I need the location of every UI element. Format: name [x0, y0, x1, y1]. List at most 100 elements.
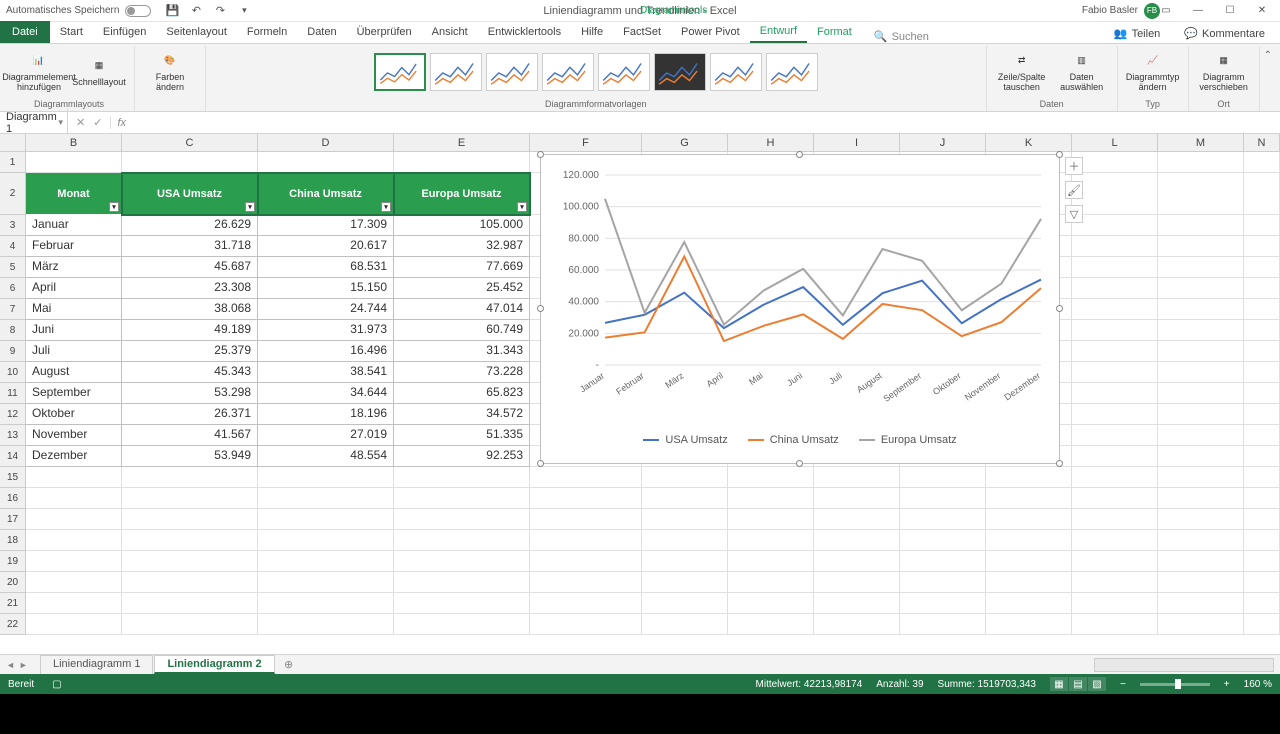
cell-B17[interactable] — [26, 509, 122, 530]
cell-L20[interactable] — [1072, 572, 1158, 593]
cell-H21[interactable] — [728, 593, 814, 614]
cell-G17[interactable] — [642, 509, 728, 530]
cancel-formula-icon[interactable]: ✕ — [76, 116, 85, 129]
cell-C16[interactable] — [122, 488, 258, 509]
cell-N13[interactable] — [1244, 425, 1280, 446]
cell-G16[interactable] — [642, 488, 728, 509]
sheet-nav-next-icon[interactable]: ► — [19, 660, 28, 670]
cell-E1[interactable] — [394, 152, 530, 173]
cell-B16[interactable] — [26, 488, 122, 509]
cell-E8[interactable]: 60.749 — [394, 320, 530, 341]
cell-F16[interactable] — [530, 488, 642, 509]
zoom-in-icon[interactable]: + — [1224, 679, 1230, 690]
cell-N4[interactable] — [1244, 236, 1280, 257]
cell-C3[interactable]: 26.629 — [122, 215, 258, 236]
col-header-L[interactable]: L — [1072, 134, 1158, 151]
cell-E19[interactable] — [394, 551, 530, 572]
tab-überprüfen[interactable]: Überprüfen — [347, 21, 422, 43]
cell-M13[interactable] — [1158, 425, 1244, 446]
cell-L18[interactable] — [1072, 530, 1158, 551]
resize-handle[interactable] — [1056, 460, 1063, 467]
cell-D9[interactable]: 16.496 — [258, 341, 394, 362]
cell-D20[interactable] — [258, 572, 394, 593]
cell-G20[interactable] — [642, 572, 728, 593]
cell-C13[interactable]: 41.567 — [122, 425, 258, 446]
cell-B1[interactable] — [26, 152, 122, 173]
tab-entwurf[interactable]: Entwurf — [750, 21, 807, 43]
col-header-B[interactable]: B — [26, 134, 122, 151]
page-layout-view-icon[interactable]: ▤ — [1069, 677, 1087, 691]
embedded-chart[interactable]: ＋ 🖌 ▽ -20.00040.00060.00080.000100.00012… — [540, 154, 1060, 464]
row-header-9[interactable]: 9 — [0, 341, 26, 362]
resize-handle[interactable] — [537, 151, 544, 158]
cell-L17[interactable] — [1072, 509, 1158, 530]
cell-E20[interactable] — [394, 572, 530, 593]
cell-C11[interactable]: 53.298 — [122, 383, 258, 404]
cell-D8[interactable]: 31.973 — [258, 320, 394, 341]
tab-ansicht[interactable]: Ansicht — [422, 21, 478, 43]
toggle-switch-icon[interactable] — [125, 5, 151, 17]
tab-seitenlayout[interactable]: Seitenlayout — [156, 21, 237, 43]
row-header-21[interactable]: 21 — [0, 593, 26, 614]
save-icon[interactable]: 💾 — [165, 4, 179, 18]
cell-D4[interactable]: 20.617 — [258, 236, 394, 257]
cell-D5[interactable]: 68.531 — [258, 257, 394, 278]
cell-N21[interactable] — [1244, 593, 1280, 614]
zoom-level[interactable]: 160 % — [1244, 679, 1272, 690]
cell-I20[interactable] — [814, 572, 900, 593]
tab-factset[interactable]: FactSet — [613, 21, 671, 43]
filter-icon[interactable]: ▾ — [109, 202, 119, 212]
cell-C17[interactable] — [122, 509, 258, 530]
cell-C10[interactable]: 45.343 — [122, 362, 258, 383]
sheet-tab[interactable]: Liniendiagramm 2 — [154, 655, 274, 674]
cell-F19[interactable] — [530, 551, 642, 572]
file-tab[interactable]: Datei — [0, 21, 50, 43]
chart-style-5[interactable] — [598, 53, 650, 91]
col-header-E[interactable]: E — [394, 134, 530, 151]
col-header-G[interactable]: G — [642, 134, 728, 151]
cell-B15[interactable] — [26, 467, 122, 488]
col-header-H[interactable]: H — [728, 134, 814, 151]
chart-style-7[interactable] — [710, 53, 762, 91]
cell-E15[interactable] — [394, 467, 530, 488]
record-macro-icon[interactable]: ▢ — [52, 679, 61, 690]
cell-F22[interactable] — [530, 614, 642, 635]
cell-L3[interactable] — [1072, 215, 1158, 236]
chart-styles-button[interactable]: 🖌 — [1065, 181, 1083, 199]
cell-B21[interactable] — [26, 593, 122, 614]
cell-L16[interactable] — [1072, 488, 1158, 509]
cell-F21[interactable] — [530, 593, 642, 614]
cell-N3[interactable] — [1244, 215, 1280, 236]
cell-B4[interactable]: Februar — [26, 236, 122, 257]
cell-D2[interactable]: China Umsatz▾ — [258, 173, 394, 215]
cell-B12[interactable]: Oktober — [26, 404, 122, 425]
row-header-20[interactable]: 20 — [0, 572, 26, 593]
maximize-icon[interactable]: ☐ — [1214, 2, 1246, 20]
cell-N16[interactable] — [1244, 488, 1280, 509]
cell-M11[interactable] — [1158, 383, 1244, 404]
fx-icon[interactable]: fx — [111, 117, 132, 129]
cell-F20[interactable] — [530, 572, 642, 593]
cell-M3[interactable] — [1158, 215, 1244, 236]
cell-N20[interactable] — [1244, 572, 1280, 593]
cell-H15[interactable] — [728, 467, 814, 488]
cell-H22[interactable] — [728, 614, 814, 635]
cell-N19[interactable] — [1244, 551, 1280, 572]
cell-C18[interactable] — [122, 530, 258, 551]
col-header-D[interactable]: D — [258, 134, 394, 151]
tell-me-search[interactable]: 🔍 Suchen — [874, 30, 929, 43]
cell-N11[interactable] — [1244, 383, 1280, 404]
cell-N17[interactable] — [1244, 509, 1280, 530]
quick-layout-button[interactable]: ▦Schnelllayout — [70, 54, 128, 90]
cell-D1[interactable] — [258, 152, 394, 173]
cell-G21[interactable] — [642, 593, 728, 614]
cell-B20[interactable] — [26, 572, 122, 593]
comments-button[interactable]: 💬Kommentare — [1177, 24, 1272, 43]
row-header-2[interactable]: 2 — [0, 173, 26, 215]
cell-K22[interactable] — [986, 614, 1072, 635]
close-icon[interactable]: ✕ — [1246, 2, 1278, 20]
cell-E11[interactable]: 65.823 — [394, 383, 530, 404]
chart-elements-button[interactable]: ＋ — [1065, 157, 1083, 175]
cell-B9[interactable]: Juli — [26, 341, 122, 362]
cell-B3[interactable]: Januar — [26, 215, 122, 236]
